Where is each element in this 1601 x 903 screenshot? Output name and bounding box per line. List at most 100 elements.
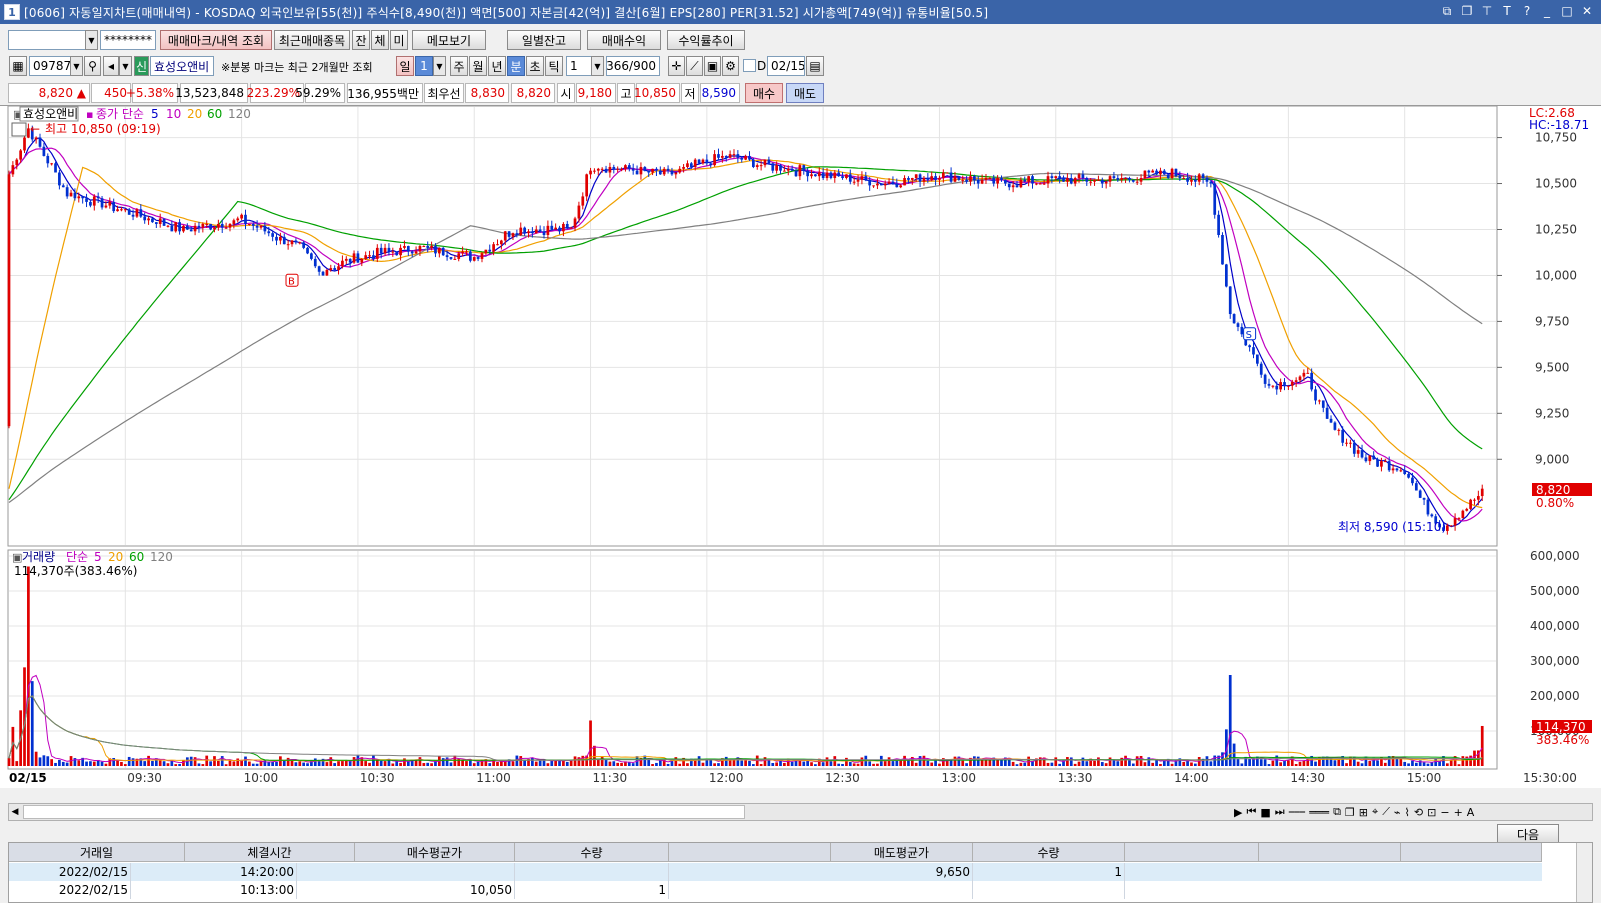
- table-row[interactable]: 2022/02/15 10:13:00 10,050 1: [9, 881, 1542, 899]
- volume-bar: [701, 762, 705, 766]
- memo-button[interactable]: 메모보기: [412, 30, 486, 50]
- volume-bar: [565, 761, 569, 766]
- period-year[interactable]: 년: [488, 56, 506, 76]
- grid-icon[interactable]: ⊞: [1359, 806, 1368, 819]
- candle-body: [344, 258, 348, 261]
- font-size-icon[interactable]: A: [1467, 806, 1475, 819]
- count-field[interactable]: 366/900: [606, 56, 660, 76]
- rewind-icon[interactable]: ⏮: [1246, 805, 1256, 819]
- candle-body: [1089, 181, 1093, 183]
- tool-a-icon[interactable]: ⌖: [1372, 805, 1378, 819]
- grid-scrollbar[interactable]: [1576, 843, 1592, 902]
- font-icon[interactable]: T: [1499, 3, 1515, 19]
- calendar-icon[interactable]: ▤: [806, 56, 824, 76]
- close-icon[interactable]: ✕: [1579, 3, 1595, 19]
- period-second[interactable]: 초: [526, 56, 544, 76]
- tab-che[interactable]: 체: [371, 30, 389, 50]
- stock-name-field: 효성오앤비: [150, 56, 214, 76]
- zoom-reset-icon[interactable]: ⊡: [1427, 806, 1436, 819]
- period-day[interactable]: 일: [396, 56, 414, 76]
- window-icon[interactable]: ❐: [1345, 806, 1355, 819]
- search-icon[interactable]: ⚲: [84, 56, 101, 76]
- volume-bar: [740, 760, 744, 766]
- period-day-value[interactable]: 1: [415, 56, 433, 76]
- date-checkbox[interactable]: [743, 59, 756, 72]
- scroll-right-icon[interactable]: ▶: [1234, 806, 1242, 819]
- date-input[interactable]: 02/15: [767, 56, 805, 76]
- candle-body: [1093, 179, 1096, 182]
- cell-sell-avg: [831, 881, 973, 899]
- interval-dropdown-icon[interactable]: ▼: [591, 56, 604, 76]
- scroll-left-icon[interactable]: ◀: [9, 804, 21, 820]
- trade-marker-label: B: [288, 276, 295, 287]
- volume-bar: [837, 763, 841, 766]
- scroll-thumb[interactable]: [23, 805, 745, 819]
- candle-body: [1124, 178, 1127, 180]
- password-field[interactable]: ********: [100, 30, 156, 50]
- gear-icon[interactable]: ⚙: [722, 56, 739, 76]
- stock-code-input[interactable]: 097870: [29, 56, 71, 76]
- zoom-in-icon[interactable]: +: [1454, 806, 1463, 819]
- candle-body: [833, 172, 837, 179]
- table-row[interactable]: 2022/02/15 14:20:00 9,650 1: [9, 863, 1542, 881]
- help-icon[interactable]: ?: [1519, 3, 1535, 19]
- period-week[interactable]: 주: [450, 56, 468, 76]
- next-button[interactable]: 다음: [1497, 824, 1559, 844]
- sound-icon[interactable]: ◂: [103, 56, 119, 76]
- line-style-icon[interactable]: ⎯⎯⎯: [1289, 805, 1306, 819]
- candle-body: [441, 247, 445, 256]
- forward-icon[interactable]: ⏭: [1275, 805, 1285, 819]
- period-month[interactable]: 월: [469, 56, 487, 76]
- line-width-icon[interactable]: ═══: [1309, 806, 1329, 819]
- credit-badge: 신: [134, 56, 149, 76]
- volume-bar: [810, 762, 813, 766]
- account-input[interactable]: [8, 30, 86, 50]
- copy-chart-icon[interactable]: ⧉: [1333, 805, 1341, 819]
- layout-icon[interactable]: ▦: [9, 56, 27, 76]
- tool-b-icon[interactable]: ⟋: [1382, 805, 1390, 819]
- maximize-icon[interactable]: □: [1559, 3, 1575, 19]
- trade-profit-button[interactable]: 매매수익: [587, 30, 661, 50]
- period-tick[interactable]: 틱: [545, 56, 563, 76]
- interval-input[interactable]: 1: [566, 56, 592, 76]
- account-dropdown-icon[interactable]: ▼: [85, 30, 98, 50]
- volume-bar: [375, 759, 379, 766]
- candle-body: [337, 266, 340, 270]
- trend-tool-icon[interactable]: ⟋: [686, 56, 703, 76]
- daily-balance-button[interactable]: 일별잔고: [507, 30, 581, 50]
- candle-body: [624, 165, 627, 169]
- candle-body: [686, 163, 689, 167]
- buy-button[interactable]: 매수: [745, 83, 783, 103]
- sound-dropdown-icon[interactable]: ▼: [119, 56, 132, 76]
- chart-area[interactable]: B S 10,750 10,500 10,250 10,000 9,750 9,500 9,2…: [0, 105, 1601, 788]
- return-trend-button[interactable]: 수익률추이: [667, 30, 745, 50]
- period-minute[interactable]: 분: [507, 56, 525, 76]
- sell-button[interactable]: 매도: [786, 83, 824, 103]
- tool-e-icon[interactable]: ⟲: [1414, 806, 1423, 819]
- candle-body: [1465, 508, 1469, 511]
- crosshair-icon[interactable]: ✛: [668, 56, 685, 76]
- stock-code-dropdown-icon[interactable]: ▼: [70, 56, 83, 76]
- tab-jan[interactable]: 잔: [352, 30, 370, 50]
- stop-icon[interactable]: ■: [1260, 806, 1270, 819]
- tab-mi[interactable]: 미: [390, 30, 408, 50]
- candle-body: [375, 247, 379, 259]
- link-icon[interactable]: ⧉: [1439, 3, 1455, 19]
- tool-c-icon[interactable]: ⌁: [1394, 806, 1401, 819]
- zoom-out-icon[interactable]: −: [1440, 806, 1449, 819]
- minimize-icon[interactable]: _: [1539, 3, 1555, 19]
- recent-items-button[interactable]: 최근매매종목: [274, 30, 350, 50]
- save-icon[interactable]: ▣: [704, 56, 721, 76]
- candle-body: [596, 168, 600, 171]
- candle-body: [1329, 418, 1333, 423]
- candle-body: [496, 244, 499, 246]
- candle-body: [135, 209, 139, 217]
- cell-time: 14:20:00: [185, 863, 297, 881]
- chart-scrollbar[interactable]: ◀ ▶ ⏮ ■ ⏭ ⎯⎯⎯ ═══ ⧉ ❐ ⊞ ⌖ ⟋ ⌁ ⌇ ⟲ ⊡ − + …: [8, 803, 1593, 821]
- pin-icon[interactable]: ⊤: [1479, 3, 1495, 19]
- tool-d-icon[interactable]: ⌇: [1405, 806, 1410, 819]
- copy-icon[interactable]: ❐: [1459, 3, 1475, 19]
- candle-body: [1007, 183, 1011, 188]
- period-dropdown-icon[interactable]: ▼: [433, 56, 446, 76]
- trade-mark-button[interactable]: 매매마크/내역 조회: [160, 30, 272, 50]
